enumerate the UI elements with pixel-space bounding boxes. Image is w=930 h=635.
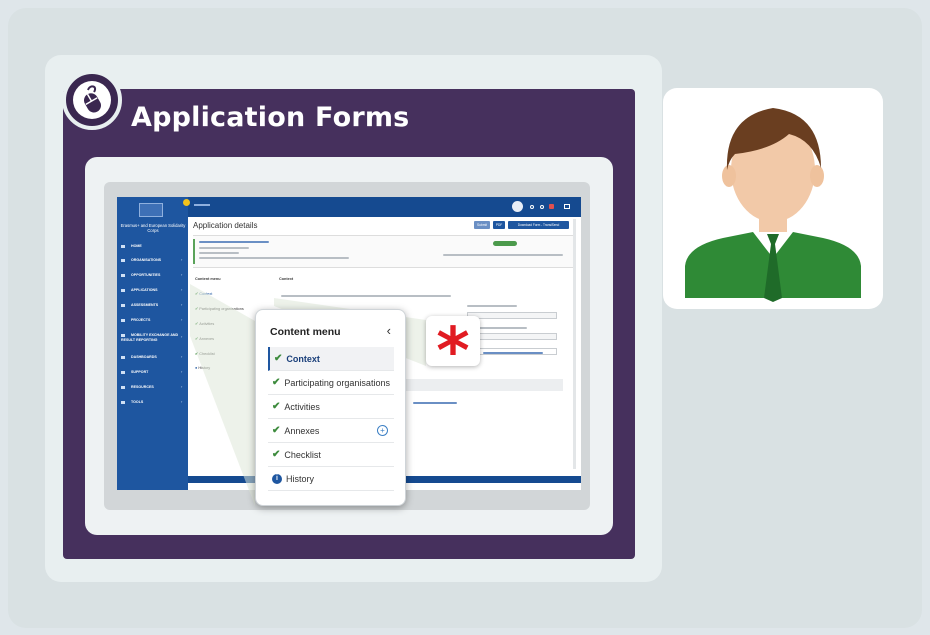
- plus-circle-icon[interactable]: +: [377, 425, 388, 436]
- content-menu-popup: Content menu ‹ ✔ Context ✔ Participating…: [255, 309, 406, 506]
- chevron-right-icon: ›: [181, 354, 183, 359]
- chevron-right-icon: ›: [181, 399, 183, 404]
- context-heading: Context: [279, 277, 294, 281]
- settings-icon[interactable]: [530, 205, 534, 209]
- popup-item-checklist[interactable]: ✔ Checklist: [268, 443, 394, 467]
- info-icon: i: [272, 473, 282, 484]
- check-icon: ✔: [272, 425, 281, 436]
- chevron-right-icon: ›: [181, 302, 183, 307]
- pdf-button[interactable]: PDF: [493, 221, 505, 229]
- eu-flag-icon: [139, 203, 163, 217]
- sidebar-title: Erasmus+ and European Solidarity Corps: [120, 223, 186, 233]
- avatar[interactable]: [512, 201, 523, 212]
- person-avatar-icon: [685, 108, 861, 302]
- status-badge: [493, 241, 517, 246]
- chevron-right-icon: ›: [181, 272, 183, 277]
- chevron-right-icon: ›: [181, 384, 183, 389]
- app-topbar: [188, 197, 581, 217]
- sidebar-item-projects[interactable]: PROJECTS: [121, 318, 150, 322]
- project-start-date-field[interactable]: [467, 312, 557, 319]
- mouse-icon-badge: [62, 70, 122, 130]
- popup-item-context[interactable]: ✔ Context: [268, 347, 394, 371]
- popup-item-annexes[interactable]: ✔ Annexes +: [268, 419, 394, 443]
- menu-item-context[interactable]: ✔ Context: [195, 291, 212, 296]
- chevron-right-icon: ›: [181, 317, 183, 322]
- sidebar-item-opportunities[interactable]: OPPORTUNITIES: [121, 273, 160, 277]
- popup-title: Content menu: [270, 326, 341, 338]
- check-icon: ✔: [272, 401, 281, 412]
- popup-item-participating-organisations[interactable]: ✔ Participating organisations: [268, 371, 394, 395]
- sidebar-item-applications[interactable]: APPLICATIONS: [121, 288, 158, 292]
- dropdown-field[interactable]: [467, 333, 557, 340]
- sidebar-item-tools[interactable]: TOOLS: [121, 400, 143, 404]
- scrollbar[interactable]: [573, 219, 576, 469]
- sidebar-item-support[interactable]: SUPPORT: [121, 370, 148, 374]
- mouse-icon: [73, 81, 111, 119]
- submit-button[interactable]: Submit: [474, 221, 490, 229]
- download-form-button[interactable]: Download Form - TransiSend: [508, 221, 569, 229]
- chevron-right-icon: ›: [181, 287, 183, 292]
- menu-item-participating-organisations[interactable]: ✔ Participating organisations: [195, 306, 244, 311]
- sidebar-item-mobility[interactable]: MOBILITY EXCHANGE AND RESULT REPORTING: [121, 333, 181, 342]
- chevron-right-icon: ›: [181, 334, 183, 339]
- app-sidebar: Erasmus+ and European Solidarity Corps H…: [117, 197, 188, 490]
- menu-heading: Content menu: [195, 277, 221, 281]
- menu-item-checklist[interactable]: ✔ Checklist: [195, 351, 215, 356]
- sidebar-item-assessments[interactable]: ASSESSMENTS: [121, 303, 158, 307]
- application-info-box: [193, 235, 576, 268]
- page-title: Application details: [193, 221, 258, 230]
- search-icon[interactable]: [540, 205, 544, 209]
- chevron-left-icon[interactable]: ‹: [387, 323, 391, 338]
- required-marker-callout: *: [426, 316, 480, 384]
- chevron-right-icon: ›: [181, 257, 183, 262]
- sidebar-item-home[interactable]: HOME: [121, 244, 142, 248]
- check-icon: ✔: [272, 377, 281, 388]
- sidebar-item-organisations[interactable]: ORGANISATIONS: [121, 258, 161, 262]
- sidebar-item-dashboards[interactable]: DASHBOARDS: [121, 355, 157, 359]
- help-icon[interactable]: [564, 204, 570, 209]
- chevron-right-icon: ›: [181, 369, 183, 374]
- popup-item-activities[interactable]: ✔ Activities: [268, 395, 394, 419]
- breadcrumb: [194, 204, 210, 206]
- avatar-card: [663, 88, 883, 309]
- sidebar-item-resources[interactable]: RESOURCES: [121, 385, 154, 389]
- check-icon: ✔: [272, 449, 281, 460]
- asterisk-icon: *: [436, 315, 470, 389]
- menu-item-activities[interactable]: ✔ Activities: [195, 321, 214, 326]
- menu-item-history[interactable]: ● History: [195, 366, 210, 370]
- notification-dot: [183, 199, 190, 206]
- check-icon: ✔: [274, 353, 283, 364]
- panel-title: Application Forms: [131, 102, 410, 133]
- popup-item-history[interactable]: i History: [268, 467, 394, 491]
- notification-icon[interactable]: [549, 204, 554, 209]
- menu-item-annexes[interactable]: ✔ Annexes: [195, 336, 214, 341]
